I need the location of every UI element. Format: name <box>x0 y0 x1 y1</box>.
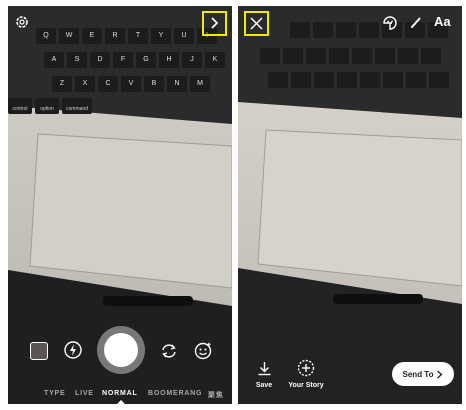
key-d: D <box>90 52 110 68</box>
key <box>429 72 449 88</box>
flash-icon[interactable] <box>64 341 82 359</box>
key-control: control <box>8 98 32 114</box>
key-c: C <box>98 76 118 92</box>
key-g: G <box>136 52 156 68</box>
chevron-right-icon[interactable] <box>207 16 221 30</box>
key-e: E <box>82 28 102 44</box>
key-b: B <box>144 76 164 92</box>
key-v: V <box>121 76 141 92</box>
key <box>359 22 379 38</box>
switch-camera-icon[interactable] <box>160 342 178 360</box>
mode-focus[interactable]: 聚焦 <box>208 390 224 400</box>
keyboard-row-1-right <box>290 22 448 38</box>
sticker-icon[interactable] <box>382 15 398 31</box>
settings-gear-icon[interactable] <box>14 14 30 30</box>
keyboard-row-3: Z X C V B N M <box>52 76 210 92</box>
key <box>336 22 356 38</box>
key <box>352 48 372 64</box>
key <box>306 48 326 64</box>
keyboard-row-modifiers: control option command <box>8 98 92 114</box>
key <box>360 72 380 88</box>
shutter-button[interactable] <box>97 326 145 374</box>
draw-pen-icon[interactable] <box>408 15 424 31</box>
key <box>337 72 357 88</box>
mode-boomerang[interactable]: BOOMERANG <box>148 390 202 397</box>
mode-type[interactable]: TYPE <box>44 390 65 397</box>
key <box>283 48 303 64</box>
face-effects-icon[interactable] <box>194 341 213 360</box>
key-t: T <box>128 28 148 44</box>
keyboard-row-1: Q W E R T Y U I <box>36 28 217 44</box>
key <box>375 48 395 64</box>
mode-live[interactable]: LIVE <box>75 390 94 397</box>
gallery-thumbnail[interactable] <box>30 342 48 360</box>
key-u: U <box>174 28 194 44</box>
key-y: Y <box>151 28 171 44</box>
key <box>383 72 403 88</box>
send-to-label: Send To <box>402 369 434 379</box>
add-story-icon[interactable] <box>297 359 315 377</box>
edit-screen: Aa Save Your Story Send To <box>238 6 462 404</box>
key-command: command <box>62 98 92 114</box>
key <box>290 22 310 38</box>
keyboard-row-2-right <box>260 48 441 64</box>
key-option: option <box>35 98 59 114</box>
captured-photo <box>238 6 462 404</box>
camera-screen: Q W E R T Y U I A S D F G H J K Z X C V … <box>8 6 232 404</box>
shutter-inner <box>104 333 138 367</box>
key-z: Z <box>52 76 72 92</box>
key-q: Q <box>36 28 56 44</box>
key-j: J <box>182 52 202 68</box>
download-icon[interactable] <box>257 361 272 376</box>
keyboard-row-3-right <box>268 72 449 88</box>
save-label[interactable]: Save <box>252 382 276 389</box>
key-f: F <box>113 52 133 68</box>
your-story-label[interactable]: Your Story <box>284 382 328 389</box>
key <box>398 48 418 64</box>
key-w: W <box>59 28 79 44</box>
key <box>406 72 426 88</box>
key <box>329 48 349 64</box>
key <box>313 22 333 38</box>
keyboard-row-2: A S D F G H J K <box>44 52 225 68</box>
key-h: H <box>159 52 179 68</box>
close-icon[interactable] <box>249 16 264 31</box>
key-x: X <box>75 76 95 92</box>
send-to-button[interactable]: Send To <box>392 362 454 386</box>
key-k: K <box>205 52 225 68</box>
key <box>314 72 334 88</box>
key <box>260 48 280 64</box>
key-a: A <box>44 52 64 68</box>
mode-normal[interactable]: NORMAL <box>102 390 138 397</box>
key <box>291 72 311 88</box>
key-s: S <box>67 52 87 68</box>
chevron-right-icon <box>437 370 443 378</box>
key <box>268 72 288 88</box>
active-mode-indicator <box>117 400 125 404</box>
key-r: R <box>105 28 125 44</box>
key <box>421 48 441 64</box>
key-n: N <box>167 76 187 92</box>
key-m: M <box>190 76 210 92</box>
text-tool-button[interactable]: Aa <box>434 14 451 29</box>
